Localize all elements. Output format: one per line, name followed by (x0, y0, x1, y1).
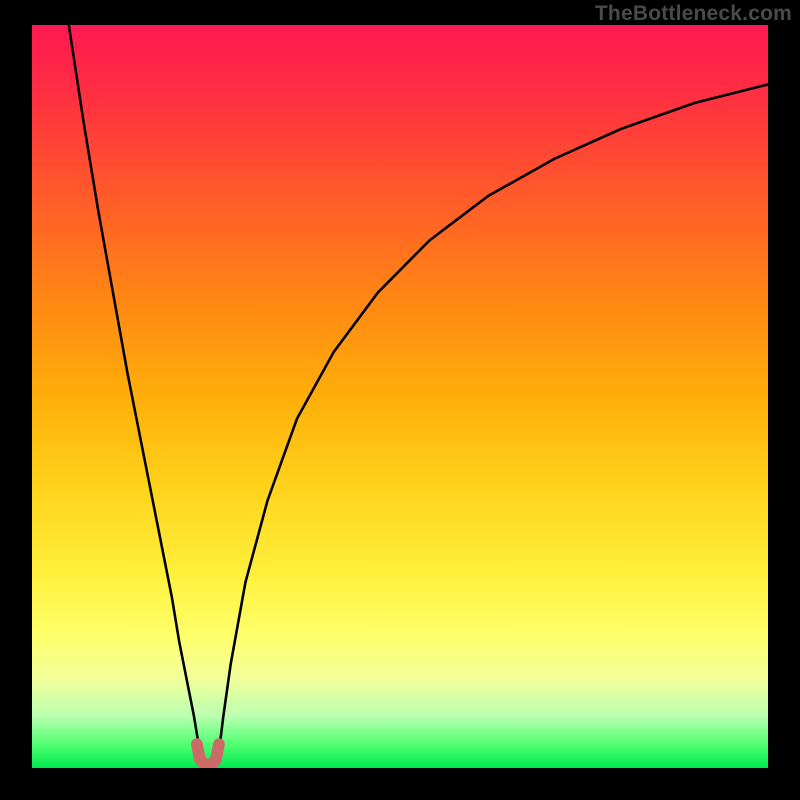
chart-frame: TheBottleneck.com (0, 0, 800, 800)
plot-area (32, 25, 768, 768)
attribution-label: TheBottleneck.com (595, 2, 792, 26)
right-curve (216, 84, 768, 764)
trough-marker (197, 744, 219, 765)
curves-svg (32, 25, 768, 768)
left-curve (69, 25, 205, 764)
